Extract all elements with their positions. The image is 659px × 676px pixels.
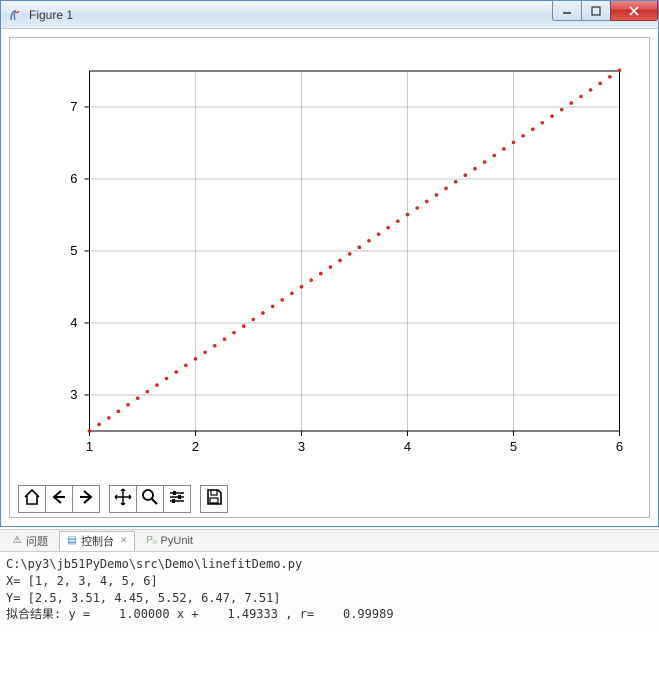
sliders-icon bbox=[168, 488, 186, 511]
arrow-right-icon bbox=[77, 488, 95, 511]
console-line-y: Y= [2.5, 3.51, 4.45, 5.52, 6.47, 7.51] bbox=[6, 591, 281, 605]
svg-text:4: 4 bbox=[70, 315, 77, 330]
close-button[interactable] bbox=[610, 1, 658, 21]
plot-area: 1 2 3 4 5 6 3 4 5 6 7 bbox=[18, 46, 641, 476]
tab-problems[interactable]: ⚠ 问题 bbox=[4, 531, 55, 551]
back-button[interactable] bbox=[45, 485, 73, 513]
pan-button[interactable] bbox=[109, 485, 137, 513]
svg-text:5: 5 bbox=[70, 243, 77, 258]
forward-button[interactable] bbox=[72, 485, 100, 513]
home-icon bbox=[23, 488, 41, 511]
console-panel: ⚠ 问题 ▤ 控制台 ✕ Pᵤ PyUnit C:\py3\jb51PyDemo… bbox=[0, 529, 659, 631]
svg-text:6: 6 bbox=[616, 439, 623, 454]
console-output[interactable]: C:\py3\jb51PyDemo\src\Demo\linefitDemo.p… bbox=[0, 552, 659, 631]
console-icon: ▤ bbox=[66, 535, 78, 547]
svg-text:4: 4 bbox=[404, 439, 411, 454]
svg-text:3: 3 bbox=[70, 387, 77, 402]
zoom-button[interactable] bbox=[136, 485, 164, 513]
console-tabs: ⚠ 问题 ▤ 控制台 ✕ Pᵤ PyUnit bbox=[0, 530, 659, 552]
home-button[interactable] bbox=[18, 485, 46, 513]
tab-console[interactable]: ▤ 控制台 ✕ bbox=[59, 531, 135, 551]
console-line-x: X= [1, 2, 3, 4, 5, 6] bbox=[6, 574, 158, 588]
tab-problems-label: 问题 bbox=[26, 533, 48, 549]
tab-pyunit[interactable]: Pᵤ PyUnit bbox=[139, 531, 200, 551]
pyunit-icon: Pᵤ bbox=[146, 535, 158, 547]
svg-text:3: 3 bbox=[298, 439, 305, 454]
console-path: C:\py3\jb51PyDemo\src\Demo\linefitDemo.p… bbox=[6, 557, 302, 571]
maximize-button[interactable] bbox=[581, 1, 611, 21]
warning-icon: ⚠ bbox=[11, 535, 23, 547]
figure-window: Figure 1 1 2 3 4 5 6 3 4 5 6 7 bbox=[0, 0, 659, 527]
figure-canvas: 1 2 3 4 5 6 3 4 5 6 7 bbox=[9, 37, 650, 518]
save-button[interactable] bbox=[200, 485, 228, 513]
window-buttons bbox=[552, 1, 658, 21]
matplotlib-toolbar bbox=[18, 485, 641, 513]
titlebar[interactable]: Figure 1 bbox=[1, 1, 658, 29]
svg-text:6: 6 bbox=[70, 171, 77, 186]
window-title: Figure 1 bbox=[29, 8, 73, 22]
svg-text:5: 5 bbox=[510, 439, 517, 454]
zoom-icon bbox=[141, 488, 159, 511]
configure-button[interactable] bbox=[163, 485, 191, 513]
arrow-left-icon bbox=[50, 488, 68, 511]
minimize-button[interactable] bbox=[552, 1, 582, 21]
tab-pyunit-label: PyUnit bbox=[161, 535, 193, 547]
svg-text:7: 7 bbox=[70, 99, 77, 114]
save-icon bbox=[205, 488, 223, 511]
move-icon bbox=[114, 488, 132, 511]
svg-text:1: 1 bbox=[86, 439, 93, 454]
tab-console-label: 控制台 bbox=[81, 533, 114, 549]
console-line-fit: 拟合结果: y = 1.00000 x + 1.49333 , r= 0.999… bbox=[6, 607, 394, 621]
app-icon bbox=[7, 7, 23, 23]
close-icon[interactable]: ✕ bbox=[120, 535, 128, 546]
svg-text:2: 2 bbox=[192, 439, 199, 454]
client-area: 1 2 3 4 5 6 3 4 5 6 7 bbox=[1, 29, 658, 526]
